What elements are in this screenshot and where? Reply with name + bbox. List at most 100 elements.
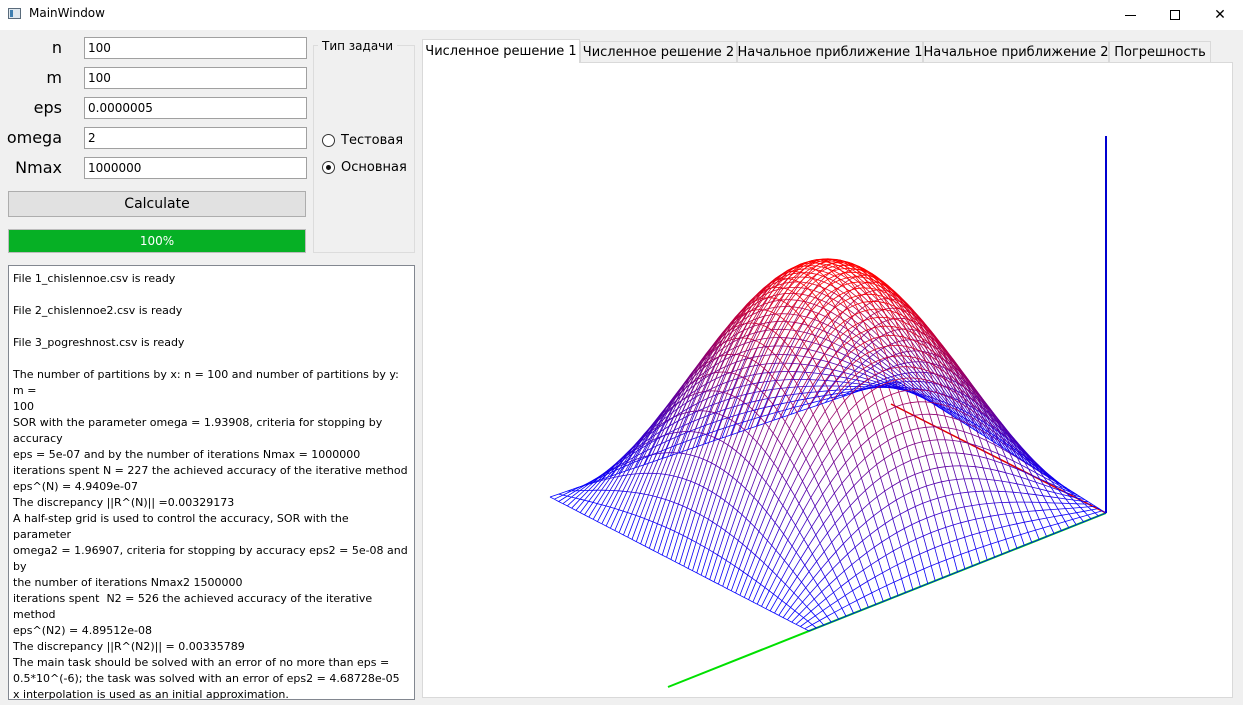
- surface-mesh-segment: [789, 442, 799, 459]
- surface-mesh-segment: [1031, 520, 1036, 531]
- surface-mesh-segment: [739, 594, 745, 598]
- maximize-button[interactable]: [1152, 0, 1198, 30]
- surface-mesh-segment: [836, 577, 842, 587]
- surface-mesh-segment: [804, 553, 813, 566]
- surface-mesh-segment: [926, 485, 931, 501]
- surface-mesh-segment: [660, 452, 670, 475]
- surface-mesh-segment: [677, 476, 683, 479]
- tab-initial-approximation-1[interactable]: Начальное приближение 1: [737, 41, 923, 62]
- surface-mesh-segment: [777, 583, 786, 598]
- log-line: The discrepancy ||R^(N2)|| = 0.00335789: [13, 640, 245, 653]
- close-button[interactable]: ✕: [1197, 0, 1243, 30]
- surface-mesh-segment: [819, 620, 825, 626]
- surface-mesh-segment: [828, 409, 838, 421]
- surface-mesh-segment: [828, 560, 833, 570]
- tab-numerical-solution-1[interactable]: Численное решение 1: [422, 39, 580, 63]
- surface-mesh-segment: [854, 509, 863, 518]
- surface-mesh-segment: [827, 326, 832, 333]
- surface-mesh-segment: [797, 587, 807, 598]
- surface-mesh-segment: [1050, 496, 1059, 499]
- radio-main[interactable]: Основная: [322, 160, 407, 175]
- surface-plot[interactable]: [423, 63, 1232, 697]
- surface-mesh-segment: [839, 326, 844, 332]
- surface-mesh-segment: [860, 445, 866, 459]
- surface-mesh-segment: [817, 576, 826, 586]
- surface-mesh-segment: [584, 490, 594, 501]
- surface-mesh-segment: [584, 514, 589, 518]
- radio-button-icon[interactable]: [322, 161, 335, 174]
- surface-mesh-segment: [788, 565, 794, 572]
- surface-mesh-segment: [627, 492, 636, 513]
- surface-mesh-segment: [776, 575, 782, 581]
- eps-input[interactable]: 0.0000005: [84, 97, 307, 119]
- surface-mesh-segment: [892, 355, 902, 365]
- tab-error[interactable]: Погрешность: [1109, 41, 1211, 62]
- surface-mesh-segment: [871, 420, 877, 434]
- surface-mesh-segment: [790, 607, 796, 612]
- nmax-input[interactable]: 1000000: [84, 157, 307, 179]
- calculate-button[interactable]: Calculate: [8, 191, 306, 217]
- surface-mesh-segment: [771, 351, 777, 357]
- surface-mesh-segment: [782, 488, 791, 506]
- surface-mesh-segment: [881, 541, 887, 556]
- surface-mesh-segment: [887, 467, 897, 473]
- surface-mesh-segment: [718, 583, 723, 587]
- surface-mesh-segment: [631, 473, 641, 493]
- surface-mesh-segment: [910, 491, 916, 507]
- surface-mesh-segment: [588, 489, 598, 502]
- surface-mesh-segment: [777, 451, 787, 470]
- surface-mesh-segment: [718, 393, 728, 415]
- surface-mesh-segment: [859, 552, 868, 559]
- surface-mesh-segment: [644, 521, 654, 547]
- surface-mesh-segment: [789, 576, 798, 589]
- minimize-button[interactable]: [1107, 0, 1153, 30]
- n-input[interactable]: 100: [84, 37, 307, 59]
- surface-mesh-segment: [971, 504, 980, 506]
- surface-mesh-segment: [934, 512, 942, 516]
- surface-mesh-segment: [681, 454, 691, 479]
- surface-mesh-segment: [640, 543, 646, 547]
- surface-mesh-segment: [934, 547, 940, 563]
- surface-mesh-segment: [944, 415, 950, 429]
- surface-mesh-segment: [601, 506, 611, 524]
- tab-numerical-solution-2[interactable]: Численное решение 2: [580, 41, 737, 62]
- surface-mesh-segment: [765, 433, 774, 453]
- surface-mesh-segment: [698, 432, 703, 434]
- omega-input[interactable]: 2: [84, 127, 307, 149]
- surface-mesh-segment: [835, 543, 844, 553]
- surface-mesh-segment: [1005, 491, 1014, 493]
- surface-mesh-segment: [597, 505, 607, 522]
- surface-mesh-segment: [820, 559, 829, 570]
- surface-mesh-segment: [758, 531, 764, 537]
- surface-mesh-segment: [733, 536, 739, 541]
- surface-mesh-segment: [960, 554, 966, 570]
- surface-mesh-segment: [923, 568, 929, 584]
- surface-mesh-segment: [865, 515, 874, 523]
- radio-test[interactable]: Тестовая: [322, 133, 403, 148]
- surface-mesh-segment: [1057, 508, 1066, 510]
- surface-mesh-segment: [918, 485, 927, 490]
- surface-mesh-segment: [903, 491, 912, 497]
- radio-button-icon[interactable]: [322, 134, 335, 147]
- surface-mesh-segment: [1042, 510, 1048, 519]
- surface-mesh-segment: [759, 558, 765, 564]
- surface-mesh-segment: [769, 438, 778, 458]
- surface-mesh-segment: [758, 511, 767, 532]
- surface-mesh-segment: [1012, 534, 1021, 538]
- surface-mesh-segment: [754, 506, 763, 528]
- surface-mesh-segment: [774, 612, 779, 616]
- surface-mesh-segment: [889, 564, 898, 570]
- output-log[interactable]: File 1_chislennoe.csv is ready File 2_chi…: [8, 265, 415, 700]
- surface-mesh-segment: [562, 494, 568, 497]
- surface-mesh-segment: [705, 577, 710, 580]
- m-input[interactable]: 100: [84, 67, 307, 89]
- surface-mesh-segment: [809, 422, 818, 437]
- surface-mesh-segment: [903, 459, 912, 465]
- surface-mesh-segment: [785, 592, 795, 605]
- surface-mesh-segment: [852, 453, 858, 467]
- surface-mesh-segment: [860, 348, 866, 353]
- surface-mesh-segment: [926, 517, 932, 533]
- surface-mesh-segment: [1042, 509, 1051, 511]
- app-icon: [8, 8, 21, 19]
- tab-initial-approximation-2[interactable]: Начальное приближение 2: [923, 41, 1109, 62]
